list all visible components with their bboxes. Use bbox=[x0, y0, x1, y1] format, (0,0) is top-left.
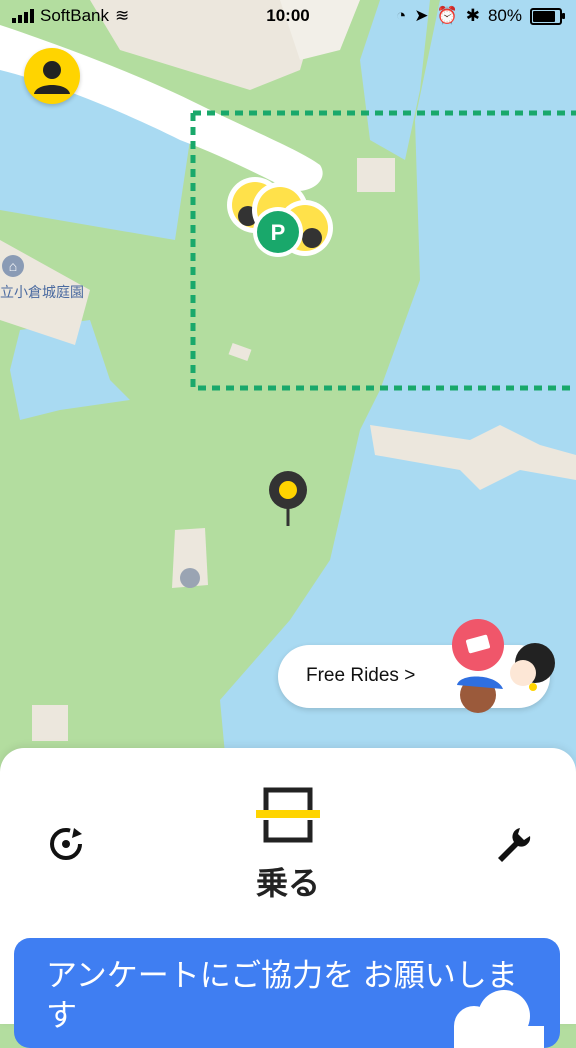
profile-avatar-button[interactable] bbox=[24, 48, 80, 104]
alarm-icon: ⏰ bbox=[436, 6, 458, 25]
survey-banner[interactable]: アンケートにご協力を お願いします bbox=[14, 938, 560, 1048]
status-bar: SoftBank ≋ 10:00 ◔ ➤ ⏰ ✱ 80% bbox=[0, 0, 576, 34]
building bbox=[357, 158, 395, 192]
battery-icon bbox=[530, 7, 565, 25]
svg-text:P: P bbox=[271, 220, 286, 245]
building bbox=[32, 705, 68, 741]
parking-marker[interactable]: P bbox=[253, 207, 303, 257]
user-icon bbox=[34, 61, 70, 94]
restroom-icon bbox=[180, 568, 200, 588]
ride-label: 乗る bbox=[255, 865, 320, 901]
free-rides-label: Free Rides > bbox=[306, 665, 416, 686]
museum-icon: ⌂ bbox=[2, 255, 24, 277]
bluetooth-icon: ✱ bbox=[465, 6, 480, 25]
cloud-icon bbox=[454, 990, 544, 1048]
poi-label: 立小倉城庭園 bbox=[0, 284, 84, 300]
battery-percent: 80% bbox=[487, 6, 522, 25]
location-arrow-icon: ➤ bbox=[414, 6, 429, 25]
lock-rotation-icon: ◔ bbox=[396, 6, 407, 25]
referral-illustration-icon bbox=[452, 619, 555, 713]
